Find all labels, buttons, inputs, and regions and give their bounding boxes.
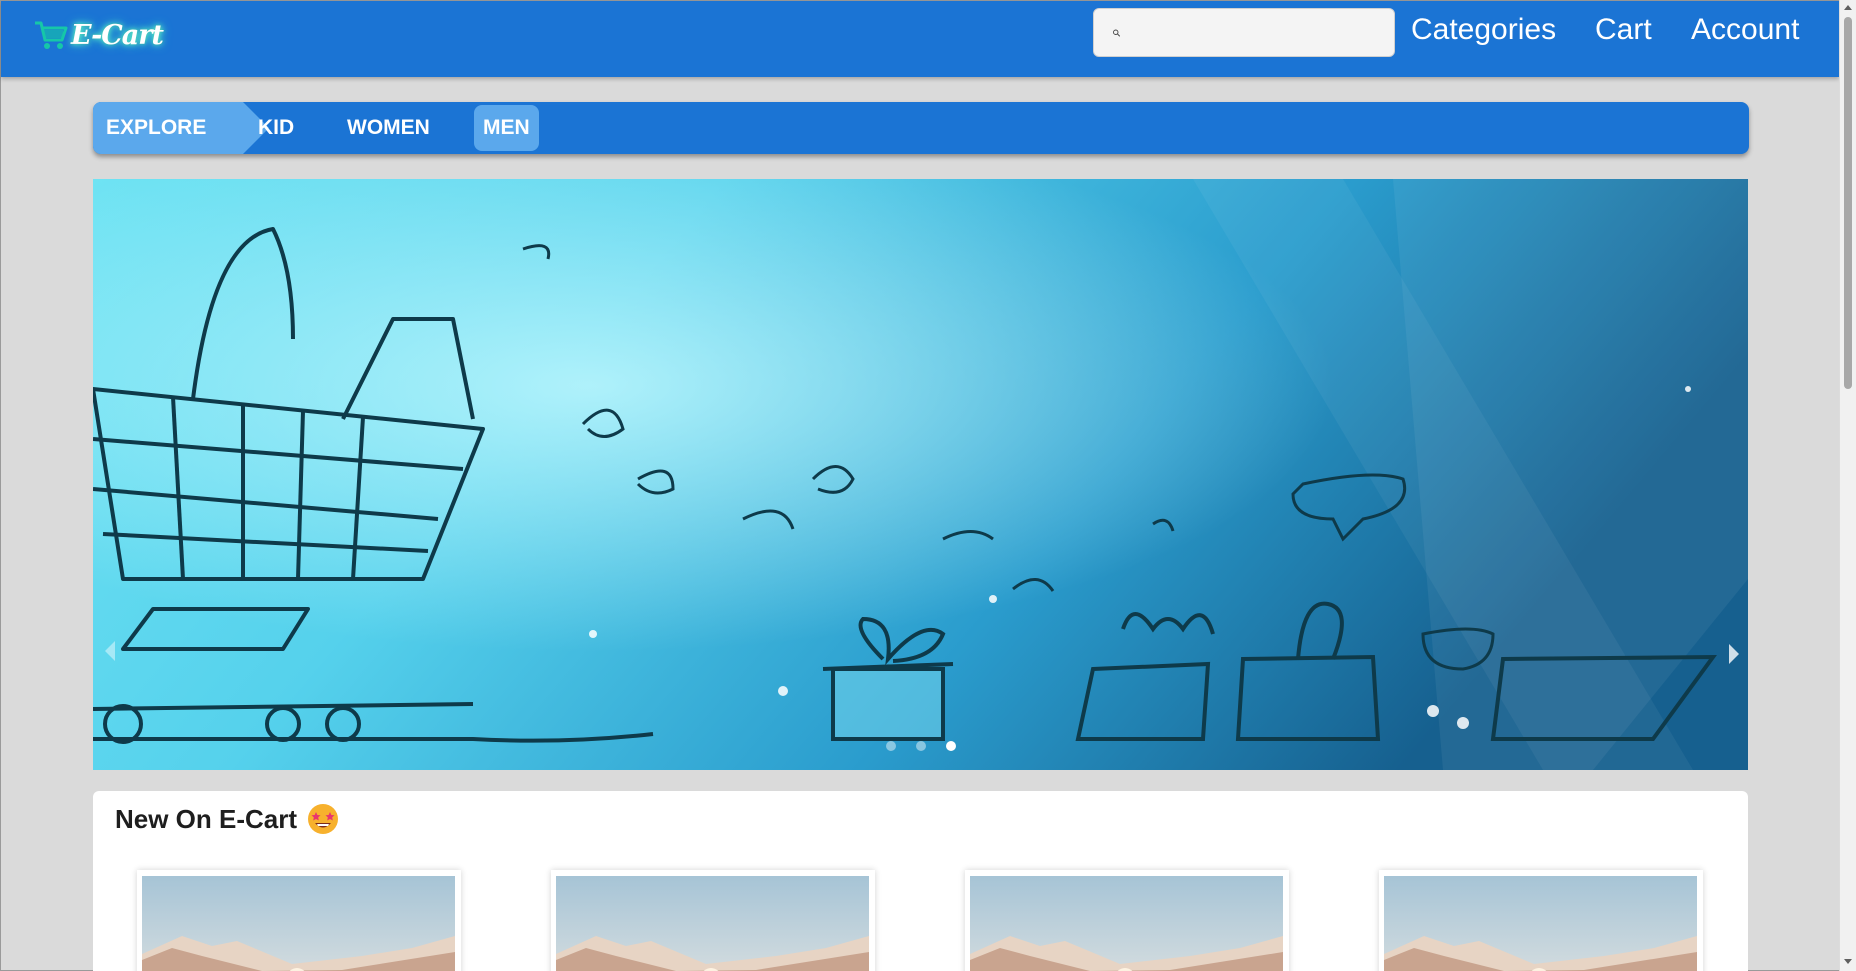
scroll-up-arrow-icon[interactable] (1844, 5, 1852, 10)
brand-logo-link[interactable]: E-Cart (33, 15, 164, 55)
product-card[interactable] (551, 870, 875, 971)
category-bar: EXPLORE KID WOMEN MEN (93, 102, 1749, 154)
product-card[interactable] (965, 870, 1289, 971)
new-products-section: New On E-Cart (93, 791, 1748, 971)
search-icon (1113, 29, 1120, 36)
hero-carousel (93, 179, 1748, 770)
carousel-next-button[interactable] (1729, 644, 1739, 664)
top-navbar: E-Cart Categories Cart Account (1, 1, 1839, 77)
nav-cart-link[interactable]: Cart (1595, 13, 1652, 47)
nav-categories-link[interactable]: Categories (1411, 13, 1556, 47)
page-scrollbar[interactable] (1839, 0, 1856, 971)
product-card[interactable] (1379, 870, 1703, 971)
carousel-dot-active[interactable] (945, 741, 956, 751)
shopping-cart-icon (35, 21, 68, 49)
section-title-text: New On E-Cart (115, 803, 298, 834)
shopping-banner-image (93, 179, 1748, 770)
carousel-prev-button[interactable] (105, 641, 115, 661)
section-title: New On E-Cart (115, 803, 339, 835)
product-card[interactable] (137, 870, 461, 971)
product-image (1384, 876, 1697, 971)
product-image (970, 876, 1283, 971)
search-input[interactable] (1129, 12, 1394, 53)
star-struck-face-icon (308, 804, 339, 834)
scrollbar-thumb[interactable] (1844, 17, 1852, 389)
brand-text: E-Cart (71, 19, 164, 51)
category-men[interactable]: MEN (474, 105, 539, 151)
carousel-indicators (93, 741, 1748, 751)
carousel-dot[interactable] (915, 741, 926, 751)
carousel-dot[interactable] (885, 741, 896, 751)
nav-account-link[interactable]: Account (1691, 13, 1799, 47)
explore-label: EXPLORE (93, 102, 243, 154)
category-kid[interactable]: KID (258, 102, 294, 154)
product-image (142, 876, 455, 971)
search-box (1093, 8, 1395, 57)
scroll-down-arrow-icon[interactable] (1844, 959, 1852, 964)
category-women[interactable]: WOMEN (347, 102, 430, 154)
product-image (556, 876, 869, 971)
